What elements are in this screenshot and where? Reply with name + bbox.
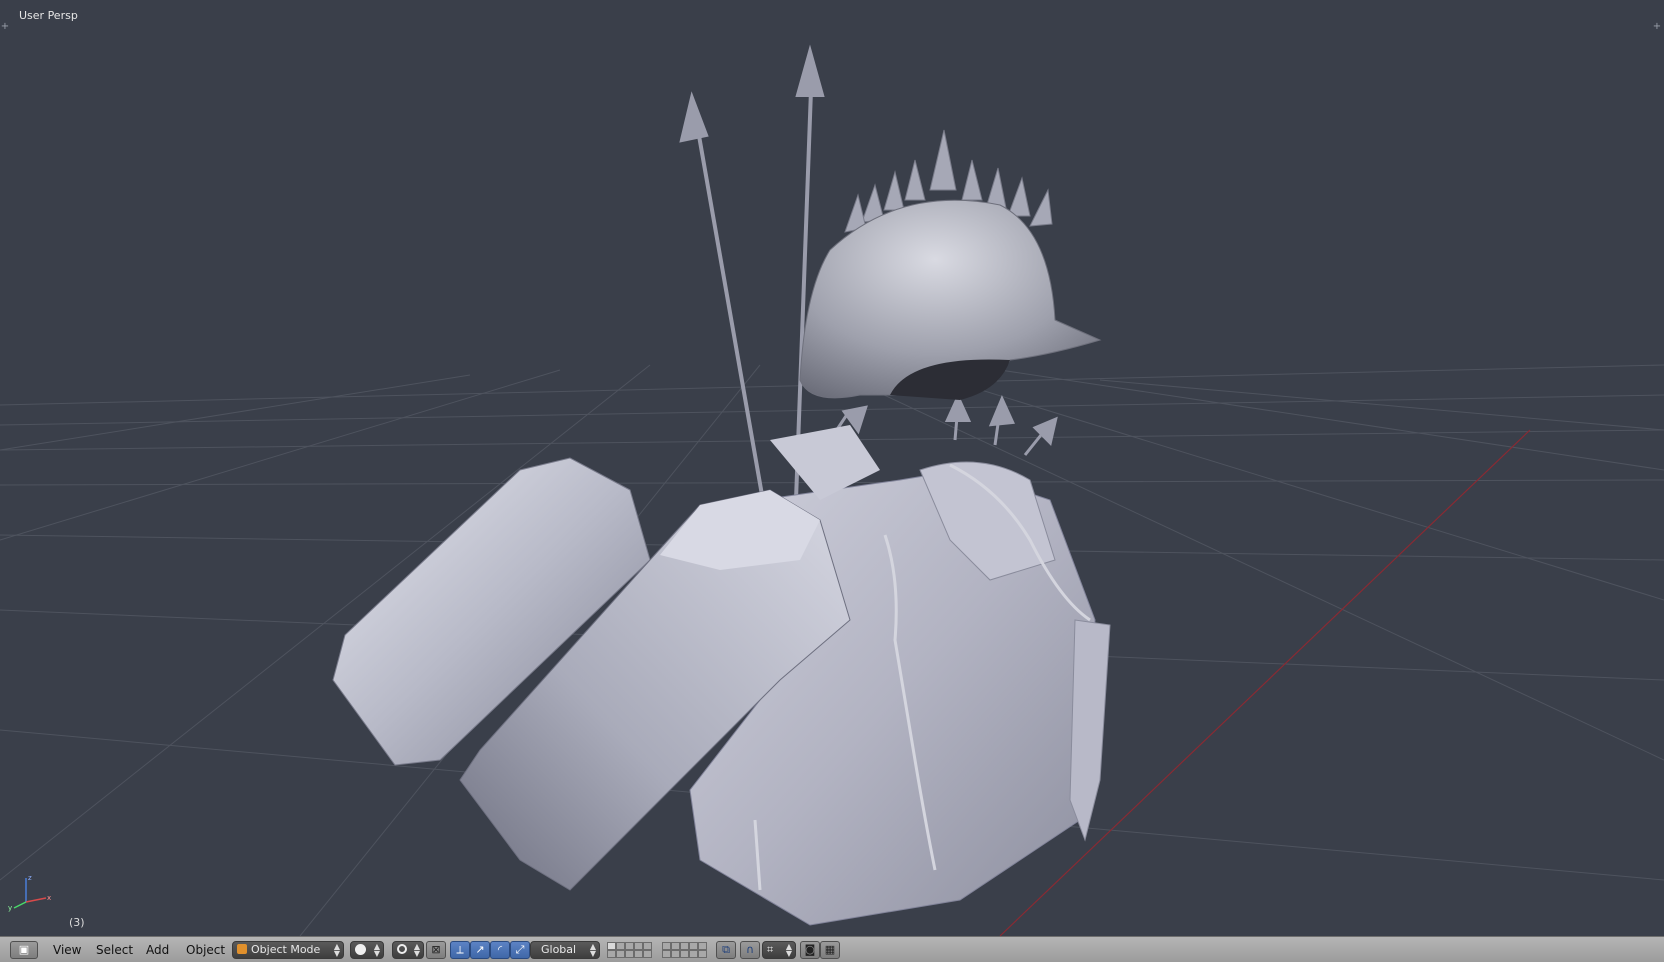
layer-button[interactable] (662, 942, 671, 950)
layer-button[interactable] (616, 942, 625, 950)
layer-button[interactable] (698, 942, 707, 950)
blender-window: User Persp (3) + + z x y ▣ View Select A… (0, 0, 1664, 962)
layer-button[interactable] (616, 950, 625, 958)
menu-object[interactable]: Object (186, 942, 225, 958)
layer-button[interactable] (671, 950, 680, 958)
svg-text:z: z (28, 874, 32, 882)
updown-arrows-icon: ▲ ▼ (589, 942, 596, 958)
solid-sphere-icon (355, 944, 366, 955)
layer-button[interactable] (607, 950, 616, 958)
menu-select[interactable]: Select (96, 942, 133, 958)
snap-element-icon: ⌗ (767, 943, 774, 956)
area-split-corner-left[interactable]: + (0, 22, 10, 32)
lock-camera-icon: ⧉ (722, 943, 730, 956)
pivot-point-icon (397, 944, 407, 954)
orientation-select-value: Global (541, 943, 577, 956)
layer-button[interactable] (662, 950, 671, 958)
cube-icon (237, 944, 247, 954)
layers-group-2[interactable] (662, 942, 707, 958)
menu-add[interactable]: Add (146, 942, 169, 958)
lock-camera-button[interactable]: ⧉ (716, 941, 736, 959)
frame-label: (3) (69, 916, 85, 929)
viewport-shading-select[interactable]: ▲ ▼ (350, 941, 384, 959)
layer-button[interactable] (689, 942, 698, 950)
manipulator-toggle-icon: ⟂ (456, 943, 464, 956)
snap-toggle[interactable]: ∩ (740, 941, 760, 959)
render-still-button[interactable]: ◙ (800, 941, 820, 959)
updown-arrows-icon: ▲ ▼ (413, 942, 420, 958)
snap-element-select[interactable]: ⌗ ▲ ▼ (762, 941, 796, 959)
transform-orientation-select[interactable]: Global ▲ ▼ (530, 941, 600, 959)
layer-button[interactable] (643, 950, 652, 958)
manipulator-toggle[interactable]: ⟂ (450, 941, 470, 959)
updown-arrows-icon: ▲ ▼ (333, 942, 340, 958)
rotate-arc-icon: ◜ (497, 943, 503, 956)
layer-button[interactable] (634, 950, 643, 958)
render-camera-icon: ◙ (804, 943, 816, 956)
viewport-header: ▣ View Select Add Object Object Mode ▲ ▼ … (0, 936, 1664, 962)
layer-button[interactable] (625, 950, 634, 958)
scene-render (0, 44, 1664, 936)
snap-magnet-icon: ∩ (745, 943, 755, 956)
3d-viewport[interactable]: User Persp (3) + + z x y (0, 0, 1664, 936)
layer-button[interactable] (607, 942, 616, 950)
editor-type-icon: ▣ (18, 943, 30, 956)
updown-arrows-icon: ▲ ▼ (373, 942, 380, 958)
editor-type-button[interactable]: ▣ (10, 941, 38, 959)
layer-button[interactable] (625, 942, 634, 950)
axis-gizmo: z x y (8, 874, 51, 912)
occlude-icon: ⊠ (431, 943, 441, 956)
rotate-manipulator[interactable]: ◜ (490, 941, 510, 959)
updown-arrows-icon: ▲ ▼ (785, 942, 792, 958)
layer-button[interactable] (634, 942, 643, 950)
helmet (799, 199, 1102, 400)
svg-text:y: y (8, 904, 12, 912)
layer-button[interactable] (698, 950, 707, 958)
layer-button[interactable] (643, 942, 652, 950)
render-animation-button[interactable]: ▦ (820, 941, 840, 959)
translate-arrow-icon: ↗ (475, 943, 485, 956)
pivot-point-select[interactable]: ▲ ▼ (392, 941, 424, 959)
area-split-corner-right[interactable]: + (1652, 22, 1662, 32)
menu-view[interactable]: View (53, 942, 81, 958)
view-label: User Persp (19, 9, 78, 22)
layer-button[interactable] (680, 942, 689, 950)
mode-select-value: Object Mode (251, 943, 321, 956)
layers-group-1[interactable] (607, 942, 652, 958)
layer-button[interactable] (671, 942, 680, 950)
layer-button[interactable] (689, 950, 698, 958)
mode-select[interactable]: Object Mode ▲ ▼ (232, 941, 344, 959)
layer-button[interactable] (680, 950, 689, 958)
translate-manipulator[interactable]: ↗ (470, 941, 490, 959)
render-animation-icon: ▦ (824, 943, 836, 956)
scale-manipulator[interactable]: ⤢ (510, 941, 530, 959)
occlude-geometry-toggle[interactable]: ⊠ (426, 941, 446, 959)
svg-text:x: x (47, 894, 51, 902)
scale-icon: ⤢ (515, 943, 525, 956)
